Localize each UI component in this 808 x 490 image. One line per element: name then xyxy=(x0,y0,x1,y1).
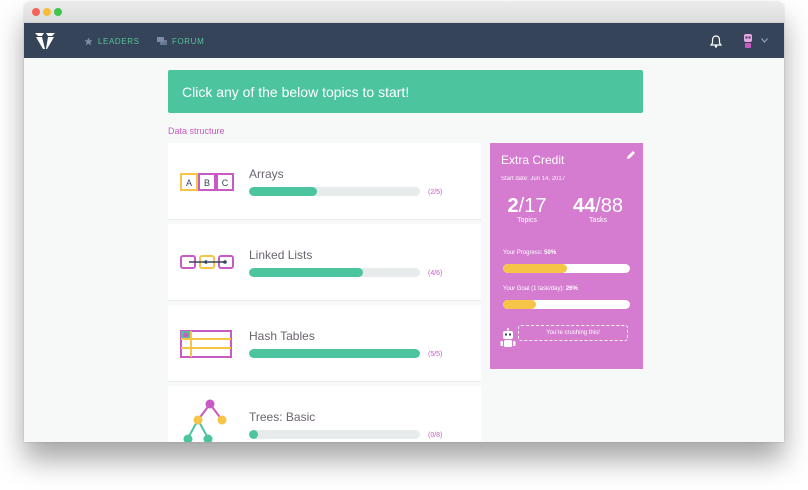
linked-nodes-icon xyxy=(180,255,234,269)
start-banner: Click any of the below topics to start! xyxy=(168,70,643,113)
extra-credit-card: Extra Credit Start date: Jun 14, 2017 2/… xyxy=(490,143,643,369)
credit-start-date: Start date: Jun 14, 2017 xyxy=(501,176,566,182)
pencil-icon[interactable] xyxy=(626,150,636,160)
topic-progress-bar xyxy=(249,349,420,358)
goal-value: 26% xyxy=(565,286,578,292)
nav-leaders-link[interactable]: LEADERS xyxy=(84,35,140,47)
top-navbar: LEADERS FORUM xyxy=(24,23,784,58)
topic-list: A B C Arrays (2/5) Linked Lists (4/6) Ha… xyxy=(168,143,481,442)
topics-completed: 2 xyxy=(507,195,519,217)
topics-stat: 2/17 Topics xyxy=(500,195,554,224)
logo-icon[interactable] xyxy=(34,31,56,51)
overall-progress-bar xyxy=(503,264,630,273)
progress-value: 50% xyxy=(544,250,557,256)
topic-progress-fill xyxy=(249,268,364,277)
chevron-down-icon[interactable] xyxy=(761,38,768,43)
overall-progress-fill xyxy=(503,264,567,273)
nav-leaders-label: LEADERS xyxy=(98,36,140,46)
progress-label: Your Progress: 50% xyxy=(503,250,556,256)
topics-total: /17 xyxy=(518,195,547,217)
tasks-total: /88 xyxy=(595,195,624,217)
topic-progress-fill xyxy=(249,187,318,196)
banner-text: Click any of the below topics to start! xyxy=(182,83,410,100)
tasks-stat: 44/88 Tasks xyxy=(562,195,634,224)
star-icon xyxy=(84,36,93,45)
topic-card-linked-lists[interactable]: Linked Lists (4/6) xyxy=(168,224,481,301)
svg-text:C: C xyxy=(222,178,229,188)
topic-name: Trees: Basic xyxy=(249,410,316,424)
topic-card-trees-basic[interactable]: Trees: Basic (0/8) xyxy=(168,386,481,442)
tasks-completed: 44 xyxy=(572,195,596,217)
topic-count: (0/8) xyxy=(428,432,443,439)
topic-progress-bar xyxy=(249,268,420,277)
topic-name: Hash Tables xyxy=(249,329,315,343)
goal-progress-bar xyxy=(503,300,630,309)
topic-card-arrays[interactable]: A B C Arrays (2/5) xyxy=(168,143,481,220)
topic-progress-bar xyxy=(249,430,420,439)
topics-stat-label: Topics xyxy=(517,217,537,224)
abc-boxes-icon: A B C xyxy=(180,173,234,191)
robot-mascot-icon xyxy=(500,328,516,347)
goal-label-text: Your Goal (1 task/day): xyxy=(503,286,565,292)
nav-forum-label: FORUM xyxy=(172,36,205,46)
topic-progress-bar xyxy=(249,187,420,196)
avatar[interactable] xyxy=(742,33,754,49)
tree-icon xyxy=(183,399,227,442)
section-label: Data structure xyxy=(168,126,225,136)
topic-name: Arrays xyxy=(249,167,284,181)
topic-count: (5/5) xyxy=(428,351,443,358)
tasks-stat-label: Tasks xyxy=(589,217,607,224)
bell-icon[interactable] xyxy=(710,35,722,48)
topic-progress-fill xyxy=(249,430,258,439)
window-titlebar xyxy=(24,2,784,23)
chat-icon xyxy=(157,36,167,45)
nav-forum-link[interactable]: FORUM xyxy=(157,35,204,47)
topic-count: (4/6) xyxy=(428,270,443,277)
encouragement-text: You're crushing this! xyxy=(546,330,600,336)
credit-title: Extra Credit xyxy=(501,153,565,167)
topic-progress-fill xyxy=(249,349,420,358)
svg-text:A: A xyxy=(186,178,192,188)
maximize-window-button[interactable] xyxy=(54,8,62,16)
minimize-window-button[interactable] xyxy=(43,8,51,16)
topic-card-hash-tables[interactable]: Hash Tables (5/5) xyxy=(168,305,481,382)
browser-window: LEADERS FORUM Click any of the below top… xyxy=(24,2,784,442)
hash-table-icon xyxy=(180,330,232,358)
close-window-button[interactable] xyxy=(32,8,40,16)
goal-progress-fill xyxy=(503,300,537,309)
encouragement-bubble: You're crushing this! xyxy=(518,325,628,341)
topic-name: Linked Lists xyxy=(249,248,313,262)
progress-label-text: Your Progress: xyxy=(503,250,543,256)
goal-label: Your Goal (1 task/day): 26% xyxy=(503,286,578,292)
svg-text:B: B xyxy=(204,178,210,188)
topic-count: (2/5) xyxy=(428,189,443,196)
